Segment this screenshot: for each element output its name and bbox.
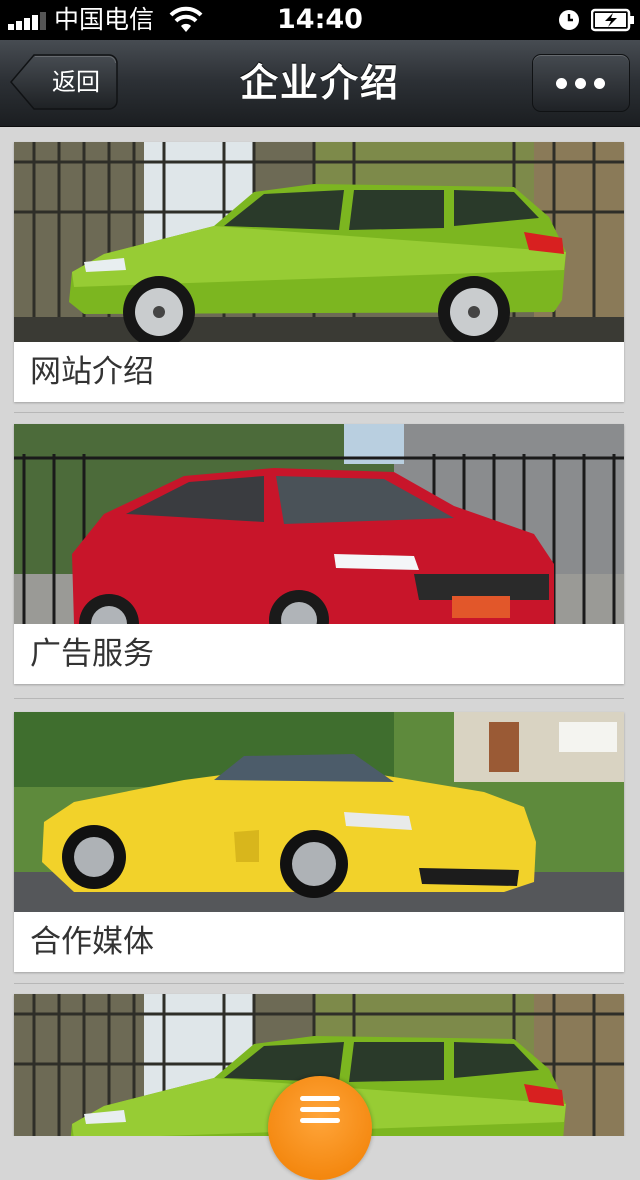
navigation-bar: 返回 企业介绍	[0, 40, 640, 127]
yellow-convertible-photo	[14, 712, 624, 912]
red-sedan-photo	[14, 424, 624, 624]
list-item-partner-media[interactable]: 合作媒体	[14, 712, 624, 972]
more-dot-icon	[594, 78, 605, 89]
content-list: 网站介绍 广告服务 合作媒体	[0, 127, 640, 1136]
menu-button[interactable]	[268, 1076, 372, 1180]
list-item-website-intro[interactable]: 网站介绍	[14, 142, 624, 402]
divider	[14, 412, 624, 413]
more-dot-icon	[556, 78, 567, 89]
divider	[14, 698, 624, 699]
menu-icon-bar	[300, 1118, 340, 1123]
list-item-ad-services[interactable]: 广告服务	[14, 424, 624, 684]
card-label: 合作媒体	[14, 912, 624, 972]
green-minivan-photo	[14, 142, 624, 342]
status-time: 14:40	[277, 4, 363, 35]
alarm-clock-icon	[559, 10, 579, 30]
divider	[14, 983, 624, 984]
more-options-button[interactable]	[532, 54, 630, 112]
menu-icon-bar	[300, 1096, 340, 1101]
status-bar: 中国电信 14:40	[0, 0, 640, 40]
battery-charging-icon	[591, 8, 634, 32]
card-label: 网站介绍	[14, 342, 624, 402]
more-dot-icon	[575, 78, 586, 89]
card-label: 广告服务	[14, 624, 624, 684]
menu-icon-bar	[300, 1107, 340, 1112]
